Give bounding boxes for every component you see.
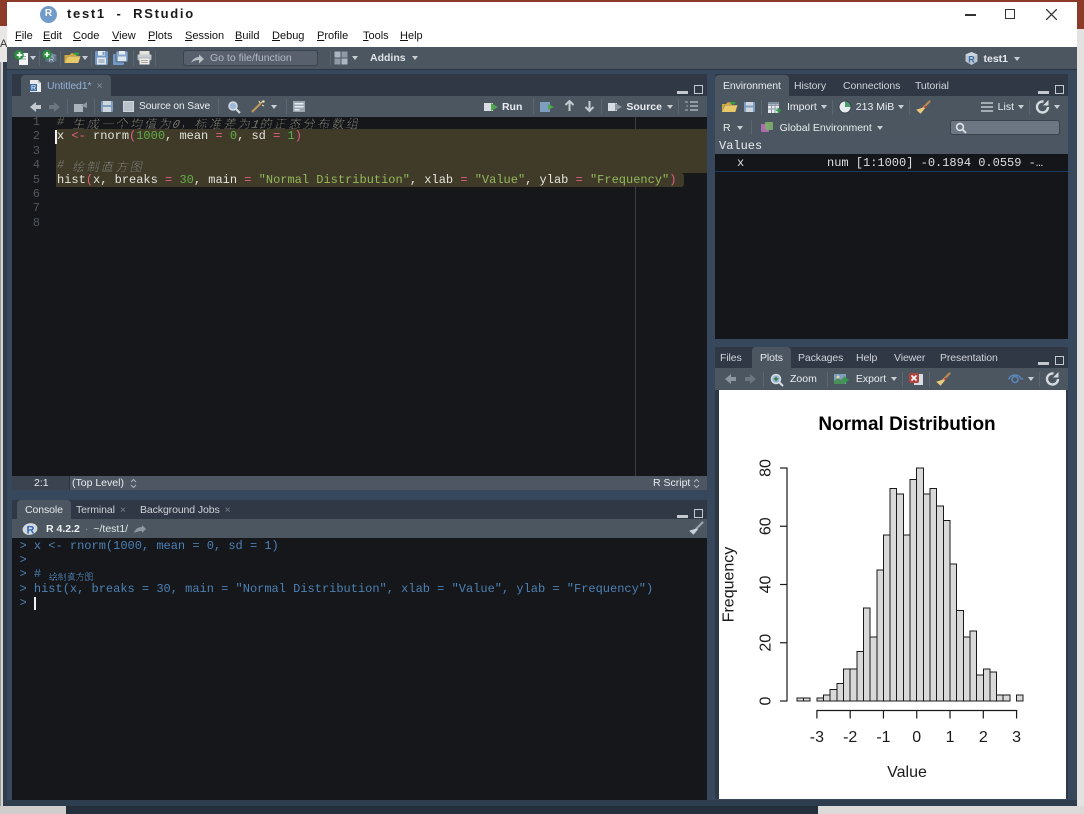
svg-text:2: 2: [979, 729, 988, 746]
svg-text:3: 3: [1012, 729, 1021, 746]
svg-text:-1: -1: [876, 729, 890, 746]
svg-text:80: 80: [758, 459, 775, 477]
svg-text:40: 40: [758, 576, 775, 594]
svg-text:20: 20: [758, 634, 775, 652]
svg-text:R: R: [27, 525, 35, 537]
svg-text:Frequency: Frequency: [721, 547, 738, 623]
svg-text:-3: -3: [810, 729, 824, 746]
svg-text:-2: -2: [843, 729, 857, 746]
svg-text:R: R: [969, 55, 976, 65]
svg-text:Value: Value: [887, 764, 927, 781]
svg-text:60: 60: [758, 517, 775, 535]
svg-text:1: 1: [946, 729, 955, 746]
svg-text:R: R: [31, 85, 36, 92]
svg-text:Normal Distribution: Normal Distribution: [818, 414, 995, 435]
svg-text:0: 0: [912, 729, 921, 746]
svg-text:0: 0: [758, 696, 775, 705]
